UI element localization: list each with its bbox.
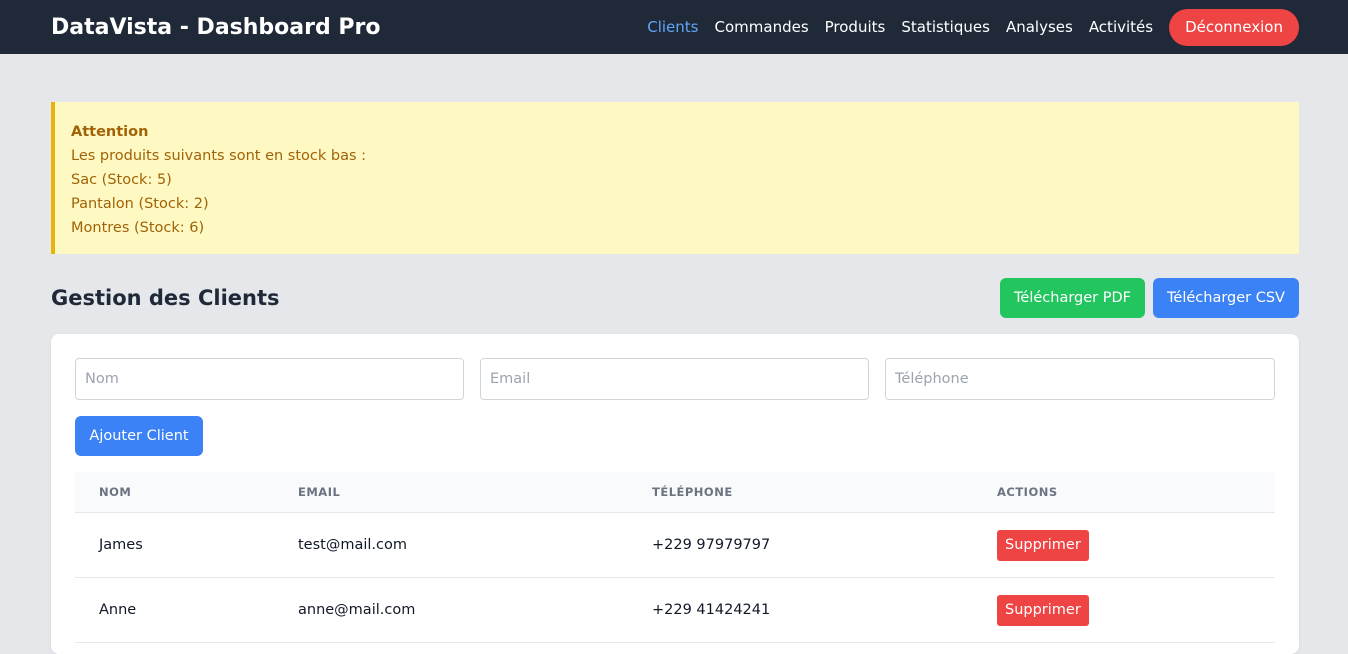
alert-message: Les produits suivants sont en stock bas …: [71, 148, 367, 164]
phone-input[interactable]: [885, 358, 1275, 400]
alert-item: Pantalon (Stock: 2): [71, 196, 209, 212]
app-title: DataVista - Dashboard Pro: [51, 14, 381, 40]
email-input[interactable]: [480, 358, 869, 400]
delete-button[interactable]: Supprimer: [997, 594, 1089, 626]
nav-item-analyses[interactable]: Analyses: [1006, 18, 1073, 36]
alert-item: Sac (Stock: 5): [71, 172, 172, 188]
cell-nom: James: [99, 537, 143, 553]
download-csv-button[interactable]: Télécharger CSV: [1153, 278, 1299, 318]
download-pdf-button[interactable]: Télécharger PDF: [1000, 278, 1145, 318]
logout-button[interactable]: Déconnexion: [1169, 8, 1299, 46]
nav-item-produits[interactable]: Produits: [825, 18, 886, 36]
cell-telephone: +229 41424241: [652, 602, 771, 618]
cell-nom: Anne: [99, 602, 137, 618]
column-header-actions: Actions: [997, 485, 1058, 499]
nav-links: Clients Commandes Produits Statistiques …: [631, 8, 1299, 46]
alert-title: Attention: [71, 124, 149, 140]
top-navbar: DataVista - Dashboard Pro Clients Comman…: [0, 0, 1348, 54]
table-row: Anne anne@mail.com +229 41424241 Supprim…: [75, 578, 1275, 643]
cell-email: test@mail.com: [298, 537, 407, 553]
nav-item-clients[interactable]: Clients: [647, 18, 698, 36]
alert-item: Montres (Stock: 6): [71, 220, 205, 236]
nav-item-activites[interactable]: Activités: [1089, 18, 1153, 36]
nav-item-statistiques[interactable]: Statistiques: [901, 18, 990, 36]
nav-item-commandes[interactable]: Commandes: [715, 18, 809, 36]
delete-button[interactable]: Supprimer: [997, 529, 1089, 561]
cell-email: anne@mail.com: [298, 602, 416, 618]
column-header-email: Email: [298, 485, 341, 499]
cell-telephone: +229 97979797: [652, 537, 771, 553]
table-header: Nom Email Téléphone Actions: [75, 472, 1275, 513]
page-title: Gestion des Clients: [51, 286, 280, 310]
table-row: James test@mail.com +229 97979797 Suppri…: [75, 513, 1275, 578]
add-client-button[interactable]: Ajouter Client: [75, 416, 203, 456]
name-input[interactable]: [75, 358, 464, 400]
clients-card: Ajouter Client Nom Email Téléphone Actio…: [51, 334, 1299, 654]
column-header-telephone: Téléphone: [652, 485, 733, 499]
low-stock-alert: Attention Les produits suivants sont en …: [51, 102, 1299, 254]
clients-table: Nom Email Téléphone Actions James test@m…: [75, 472, 1275, 643]
column-header-nom: Nom: [99, 485, 132, 499]
